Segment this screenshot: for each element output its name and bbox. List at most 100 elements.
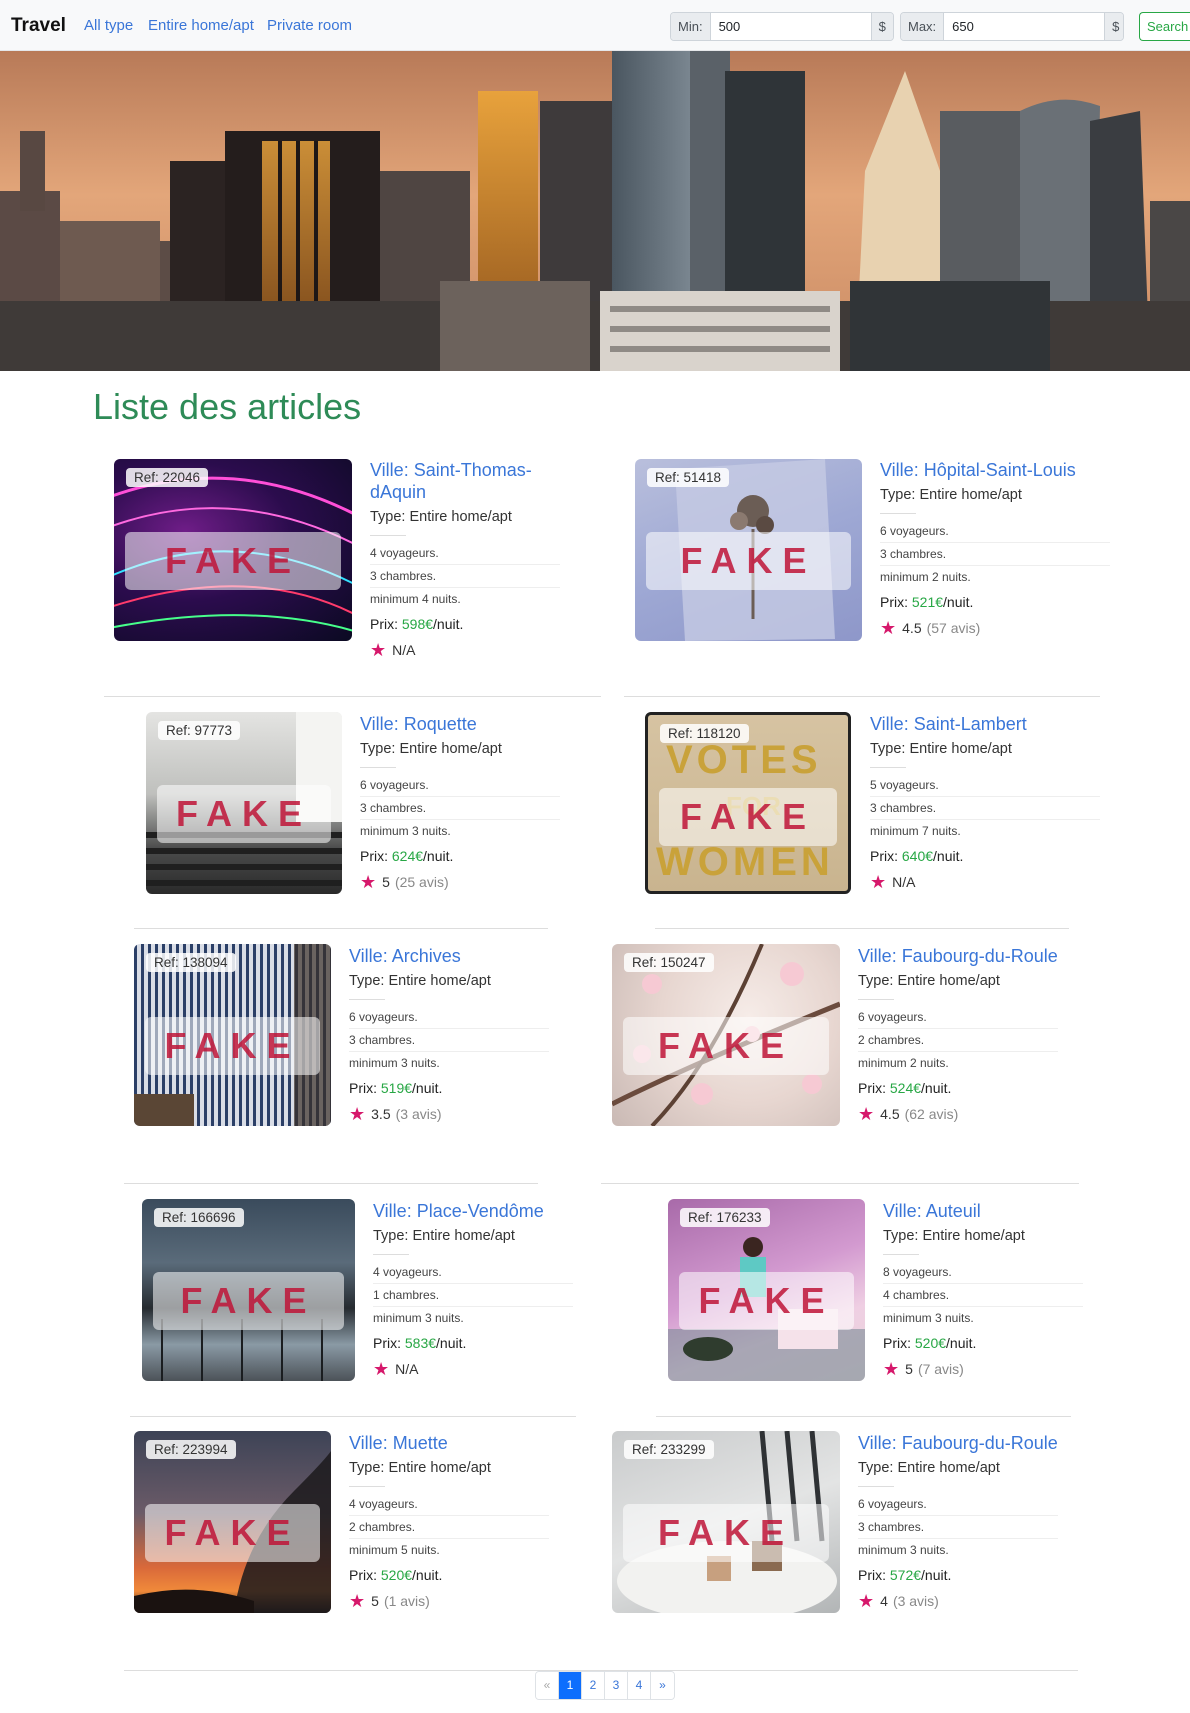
price-label: Prix: <box>858 1567 886 1583</box>
row-separator <box>134 928 548 929</box>
min-nights: minimum 2 nuits. <box>880 570 971 584</box>
star-icon: ★ <box>373 1359 390 1379</box>
star-icon: ★ <box>858 1104 875 1124</box>
listing-info: Ville: Roquette Type: Entire home/apt 6 … <box>360 713 560 891</box>
listing-image-cherry-blossoms[interactable]: Ref: 150247 FAKE <box>612 944 840 1126</box>
min-nights: minimum 5 nuits. <box>349 1543 440 1557</box>
listing-city-link[interactable]: Ville: Place-Vendôme <box>373 1200 573 1222</box>
listing-city-link[interactable]: Ville: Faubourg-du-Roule <box>858 1432 1058 1454</box>
brand-logo[interactable]: Travel <box>11 15 66 37</box>
pagination-page-4[interactable]: 4 <box>628 1672 651 1699</box>
svg-text:VOTES: VOTES <box>666 738 822 782</box>
guests-count: 4 voyageurs. <box>370 542 560 565</box>
price-label: Prix: <box>360 848 388 864</box>
divider <box>883 1254 919 1255</box>
listing-type: Type: Entire home/apt <box>373 1228 515 1244</box>
nav-link-all-type[interactable]: All type <box>84 17 133 34</box>
fake-watermark: FAKE <box>153 1272 344 1330</box>
price-suffix: /nuit. <box>433 616 464 632</box>
rating-value: 4.5 <box>880 1106 900 1122</box>
listing-city-link[interactable]: Ville: Roquette <box>360 713 560 735</box>
rooms-count: 1 chambres. <box>373 1284 573 1307</box>
max-label: Max: <box>901 13 945 40</box>
price-value: 583€ <box>404 1335 437 1351</box>
price-value: 524€ <box>889 1080 922 1096</box>
pagination-page-1[interactable]: 1 <box>559 1672 582 1699</box>
listing-price: Prix: 521€/nuit. <box>880 594 1110 610</box>
rooms-count: 3 chambres. <box>880 543 1110 566</box>
listing-info: Ville: Faubourg-du-Roule Type: Entire ho… <box>858 945 1058 1123</box>
min-nights: minimum 3 nuits. <box>360 824 451 838</box>
listing-city-link[interactable]: Ville: Faubourg-du-Roule <box>858 945 1058 967</box>
row-separator <box>104 696 601 697</box>
listing-rating: ★ N/A <box>370 641 560 659</box>
skyline-illustration <box>0 51 1190 371</box>
listing-image-dried-flower[interactable]: Ref: 51418 FAKE <box>635 459 862 641</box>
review-count: (62 avis) <box>904 1106 959 1122</box>
listing-city-link[interactable]: Ville: Archives <box>349 945 549 967</box>
listing-price: Prix: 572€/nuit. <box>858 1567 1058 1583</box>
listing-city-link[interactable]: Ville: Hôpital-Saint-Louis <box>880 459 1110 481</box>
nav-link-private-room[interactable]: Private room <box>267 17 352 34</box>
star-icon: ★ <box>349 1591 366 1611</box>
min-nights: minimum 3 nuits. <box>858 1543 949 1557</box>
fake-watermark: FAKE <box>623 1017 829 1075</box>
listing-image-striped-shirt[interactable]: Ref: 138094 FAKE <box>134 944 331 1126</box>
max-price-input[interactable] <box>944 13 1105 40</box>
price-suffix: /nuit. <box>946 1335 977 1351</box>
listing-city-link[interactable]: Ville: Auteuil <box>883 1200 1083 1222</box>
listing-type: Type: Entire home/apt <box>360 741 502 757</box>
pagination-next[interactable]: » <box>651 1672 674 1699</box>
rooms-count: 3 chambres. <box>370 565 560 588</box>
rooms-count: 2 chambres. <box>858 1029 1058 1052</box>
listing-image-colorful-room[interactable]: Ref: 176233 FAKE <box>668 1199 865 1381</box>
listing-image-neon-light-trails[interactable]: Ref: 22046 FAKE <box>114 459 352 641</box>
ref-badge: Ref: 223994 <box>146 1440 236 1459</box>
price-label: Prix: <box>870 848 898 864</box>
search-button[interactable]: Search <box>1139 12 1190 41</box>
row-separator <box>601 1183 1079 1184</box>
listing-type: Type: Entire home/apt <box>370 509 512 525</box>
guests-count: 6 voyageurs. <box>349 1006 549 1029</box>
listing-image-glass-building[interactable]: Ref: 166696 FAKE <box>142 1199 355 1381</box>
rooms-count: 3 chambres. <box>349 1029 549 1052</box>
min-price-input[interactable] <box>710 13 871 40</box>
review-count: (1 avis) <box>383 1593 430 1609</box>
divider <box>858 1486 894 1487</box>
listing-info: Ville: Archives Type: Entire home/apt 6 … <box>349 945 549 1123</box>
star-icon: ★ <box>349 1104 366 1124</box>
listing-rating: ★ 5 (1 avis) <box>349 1592 549 1610</box>
pagination-prev[interactable]: « <box>536 1672 559 1699</box>
listing-image-sunset-smoke[interactable]: Ref: 223994 FAKE <box>134 1431 331 1613</box>
rooms-count: 3 chambres. <box>360 797 560 820</box>
min-nights: minimum 4 nuits. <box>370 592 461 606</box>
listing-rating: ★ 3.5 (3 avis) <box>349 1105 549 1123</box>
listing-city-link[interactable]: Ville: Muette <box>349 1432 549 1454</box>
listing-info: Ville: Muette Type: Entire home/apt 4 vo… <box>349 1432 549 1610</box>
rooms-count: 2 chambres. <box>349 1516 549 1539</box>
listing-city-link[interactable]: Ville: Saint-Lambert <box>870 713 1100 735</box>
listing-type: Type: Entire home/apt <box>858 973 1000 989</box>
listing-image-concrete-stairs[interactable]: Ref: 97773 FAKE <box>146 712 342 894</box>
pagination-page-3[interactable]: 3 <box>605 1672 628 1699</box>
row-separator <box>655 928 1069 929</box>
nav-link-entire-home[interactable]: Entire home/apt <box>148 17 254 34</box>
listing-info: Ville: Place-Vendôme Type: Entire home/a… <box>373 1200 573 1378</box>
guests-count: 4 voyageurs. <box>349 1493 549 1516</box>
listing-image-table-with-cups[interactable]: Ref: 233299 FAKE <box>612 1431 840 1613</box>
listing-city-link[interactable]: Ville: Saint-Thomas-dAquin <box>370 459 560 503</box>
divider <box>880 513 916 514</box>
pagination-page-2[interactable]: 2 <box>582 1672 605 1699</box>
listing-price: Prix: 583€/nuit. <box>373 1335 573 1351</box>
max-currency: $ <box>1104 13 1123 40</box>
guests-count: 6 voyageurs. <box>360 774 560 797</box>
price-label: Prix: <box>349 1080 377 1096</box>
price-label: Prix: <box>858 1080 886 1096</box>
ref-badge: Ref: 150247 <box>624 953 714 972</box>
price-value: 521€ <box>911 594 944 610</box>
listing-image-votes-banner[interactable]: VOTES FOR WOMEN Ref: 118120 FAKE <box>645 712 851 894</box>
star-icon: ★ <box>370 640 387 660</box>
rating-value: 4.5 <box>902 620 922 636</box>
min-price-group: Min: $ <box>670 12 894 41</box>
rating-value: N/A <box>395 1361 419 1377</box>
